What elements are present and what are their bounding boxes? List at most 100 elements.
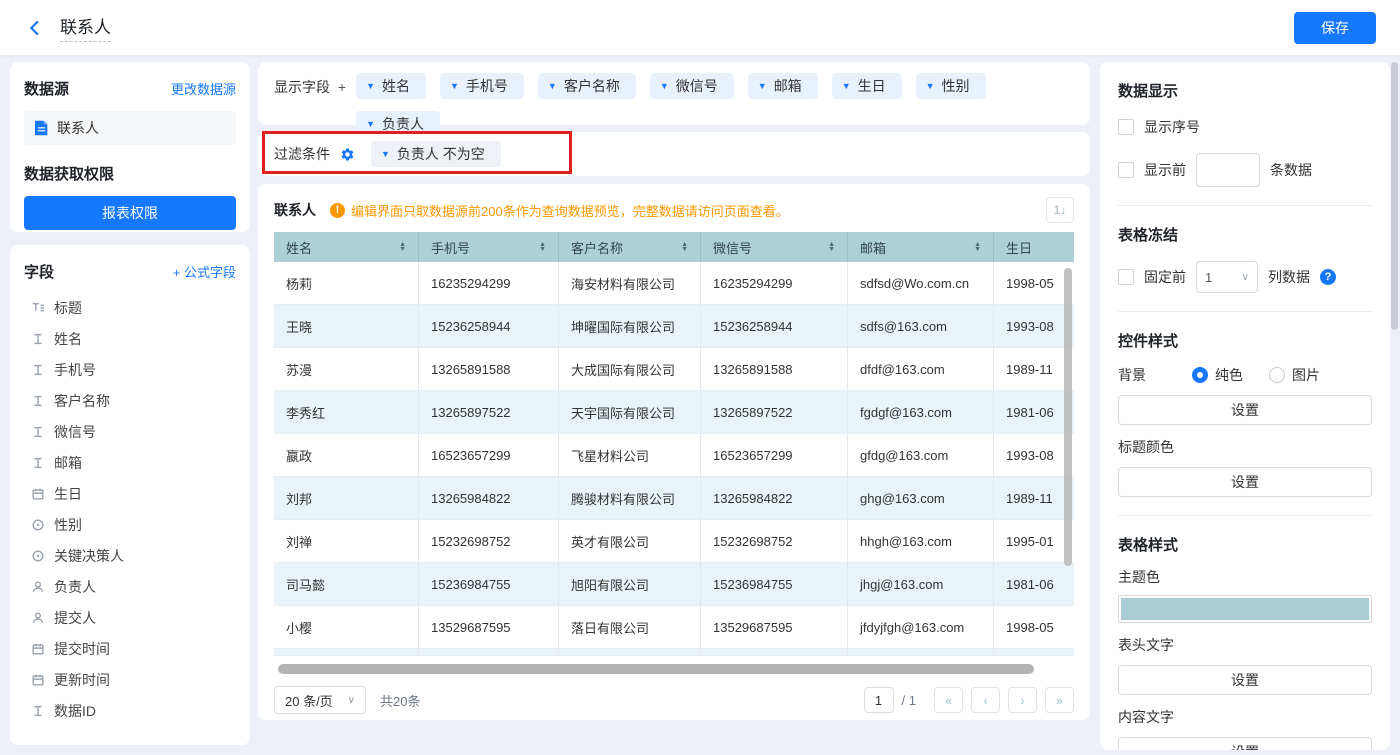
display-field-chip[interactable]: ▼ 客户名称 <box>537 73 636 99</box>
change-datasource-link[interactable]: 更改数据源 <box>171 79 236 98</box>
display-field-chip[interactable]: ▼ 邮箱 <box>747 73 818 99</box>
field-item[interactable]: 标题 <box>24 292 236 323</box>
image-radio[interactable] <box>1269 367 1285 383</box>
page-vertical-scrollbar[interactable] <box>1391 62 1398 330</box>
column-header[interactable]: 邮箱 ▲ ▼ <box>848 232 994 262</box>
field-item[interactable]: 生日 <box>24 478 236 509</box>
table-cell: 16235294299 <box>419 262 559 304</box>
content-text-label: 内容文字 <box>1118 709 1174 725</box>
column-header[interactable]: 手机号 ▲ ▼ <box>419 232 559 262</box>
table-row[interactable]: 苏漫 13265891588 大成国际有限公司 13265891588 dfdf@163… <box>274 348 1074 391</box>
table-viewport: 姓名▲▼手机号▲▼客户名称▲▼微信号▲▼邮箱▲▼生日▲▼ 杨莉162352942… <box>274 232 1074 656</box>
chevron-down-icon: ▼ <box>757 80 767 91</box>
show-first-checkbox[interactable] <box>1118 162 1134 178</box>
field-item[interactable]: 提交时间 <box>24 633 236 664</box>
table-cell: 13265891588 <box>419 348 559 390</box>
field-item[interactable]: 微信号 <box>24 416 236 447</box>
table-row[interactable]: 嬴政 16523657299 飞星材料公司 16523657299 gfdg@163.c… <box>274 434 1074 477</box>
field-item[interactable]: 负责人 <box>24 571 236 602</box>
display-field-chip[interactable]: ▼ 姓名 <box>356 73 426 99</box>
last-page-button[interactable]: » <box>1045 687 1074 713</box>
field-item[interactable]: 邮箱 <box>24 447 236 478</box>
freeze-count-select[interactable]: 1 ∨ <box>1196 261 1258 293</box>
field-item[interactable]: 性别 <box>24 509 236 540</box>
sort-icon[interactable]: ▲ ▼ <box>966 241 981 253</box>
save-button[interactable]: 保存 <box>1294 11 1376 44</box>
table-row[interactable]: 司马懿 15236984755 旭阳有限公司 15236984755 jhgj@163.… <box>274 563 1074 606</box>
table-row[interactable]: 杨莉 16235294299 海安材料有限公司 16235294299 sdfsd@Wo… <box>274 262 1074 305</box>
chip-label: 性别 <box>941 78 970 94</box>
display-fields-panel: 显示字段 + ▼ 姓名 ▼ 手机号 ▼ 客户名称 ▼ 微信号 ▼ 邮箱 ▼ 生日 ▼ 性别 ▼ 负责人 <box>258 62 1090 137</box>
background-label: 背景 <box>1118 367 1146 383</box>
add-formula-field-link[interactable]: + 公式字段 <box>173 262 236 281</box>
solid-color-radio[interactable] <box>1192 367 1208 383</box>
pagination-bar: 20 条/页 ∨ 共20条 / 1 « ‹ › » <box>274 686 1074 714</box>
filter-condition-chip[interactable]: ▼ 负责人 不为空 <box>371 141 501 167</box>
table-style-title: 表格样式 <box>1118 537 1179 554</box>
gear-icon[interactable] <box>340 147 355 162</box>
field-item[interactable]: 姓名 <box>24 323 236 354</box>
show-first-prefix: 显示前 <box>1144 162 1186 178</box>
column-header[interactable]: 客户名称 ▲ ▼ <box>559 232 701 262</box>
column-header[interactable]: 微信号 ▲ ▼ <box>701 232 848 262</box>
field-item[interactable]: 提交人 <box>24 602 236 633</box>
display-field-chip[interactable]: ▼ 生日 <box>831 73 902 99</box>
table-cell: 15232698752 <box>419 520 559 562</box>
table-row[interactable]: 刘禅 15232698752 英才有限公司 15232698752 hhgh@163.c… <box>274 520 1074 563</box>
next-page-button[interactable]: › <box>1008 687 1037 713</box>
table-cell: 16523657299 <box>419 434 559 476</box>
help-icon[interactable]: ? <box>1320 269 1336 285</box>
field-item[interactable]: 手机号 <box>24 354 236 385</box>
table-cell: 小樱 <box>274 606 419 648</box>
field-label: 数据ID <box>54 702 96 719</box>
table-cell: sdfs@163.com <box>848 305 994 347</box>
text-icon <box>30 331 45 346</box>
table-vertical-scrollbar[interactable] <box>1064 268 1072 566</box>
chevron-down-icon: ▼ <box>841 80 851 91</box>
field-label: 负责人 <box>54 578 96 595</box>
title-color-set-button[interactable]: 设置 <box>1118 467 1372 497</box>
document-icon <box>34 120 48 136</box>
field-item[interactable]: 客户名称 <box>24 385 236 416</box>
page-size-select[interactable]: 20 条/页 ∨ <box>274 686 366 714</box>
datasource-title: 数据源 <box>24 81 70 98</box>
display-field-chip[interactable]: ▼ 手机号 <box>440 73 524 99</box>
fields-title: 字段 <box>24 264 55 281</box>
horizontal-scrollbar-thumb[interactable] <box>278 664 1034 674</box>
background-set-button[interactable]: 设置 <box>1118 395 1372 425</box>
table-row[interactable]: 李秀红 13265897522 天宇国际有限公司 13265897522 fgdgf@1… <box>274 391 1074 434</box>
field-item[interactable]: 关键决策人 <box>24 540 236 571</box>
sort-order-button[interactable]: 1↓ <box>1046 197 1074 223</box>
first-page-button[interactable]: « <box>934 687 963 713</box>
table-row[interactable]: 小樱 13529687595 落日有限公司 13529687595 jfdyjfgh@1… <box>274 606 1074 649</box>
theme-color-picker[interactable] <box>1118 595 1372 623</box>
table-cell: 13529687595 <box>419 606 559 648</box>
content-text-set-button[interactable]: 设置 <box>1118 737 1372 750</box>
previous-page-button[interactable]: ‹ <box>971 687 1000 713</box>
table-row[interactable]: 王晓 15236258944 坤曜国际有限公司 15236258944 sdfs@163… <box>274 305 1074 348</box>
page-number-input[interactable] <box>863 687 894 713</box>
add-field-button[interactable]: + <box>338 79 346 95</box>
freeze-columns-checkbox[interactable] <box>1118 269 1134 285</box>
sort-icon[interactable]: ▲ ▼ <box>673 241 688 253</box>
datasource-item[interactable]: 联系人 <box>24 111 236 145</box>
column-header[interactable]: 姓名 ▲ ▼ <box>274 232 419 262</box>
display-field-chip[interactable]: ▼ 性别 <box>915 73 986 99</box>
sort-icon[interactable]: ▲ ▼ <box>531 241 546 253</box>
field-item[interactable]: 更新时间 <box>24 664 236 695</box>
option-icon <box>30 548 45 563</box>
column-header[interactable]: 生日▲▼ <box>994 232 1074 262</box>
table-row[interactable]: 刘邦 13265984822 腾骏材料有限公司 13265984822 ghg@163.… <box>274 477 1074 520</box>
report-permission-button[interactable]: 报表权限 <box>24 196 236 230</box>
header-text-set-button[interactable]: 设置 <box>1118 665 1372 695</box>
show-index-checkbox[interactable] <box>1118 119 1134 135</box>
display-field-chip[interactable]: ▼ 微信号 <box>649 73 734 99</box>
back-icon[interactable] <box>24 17 46 39</box>
show-first-count-input[interactable] <box>1196 153 1260 187</box>
sort-icon[interactable]: ▲ ▼ <box>391 241 406 253</box>
field-item[interactable]: 数据ID <box>24 695 236 726</box>
column-header-label: 姓名 <box>286 240 313 256</box>
total-count: 共20条 <box>380 693 421 709</box>
sort-icon[interactable]: ▲ ▼ <box>820 241 835 253</box>
column-header-label: 生日 <box>1006 240 1033 256</box>
